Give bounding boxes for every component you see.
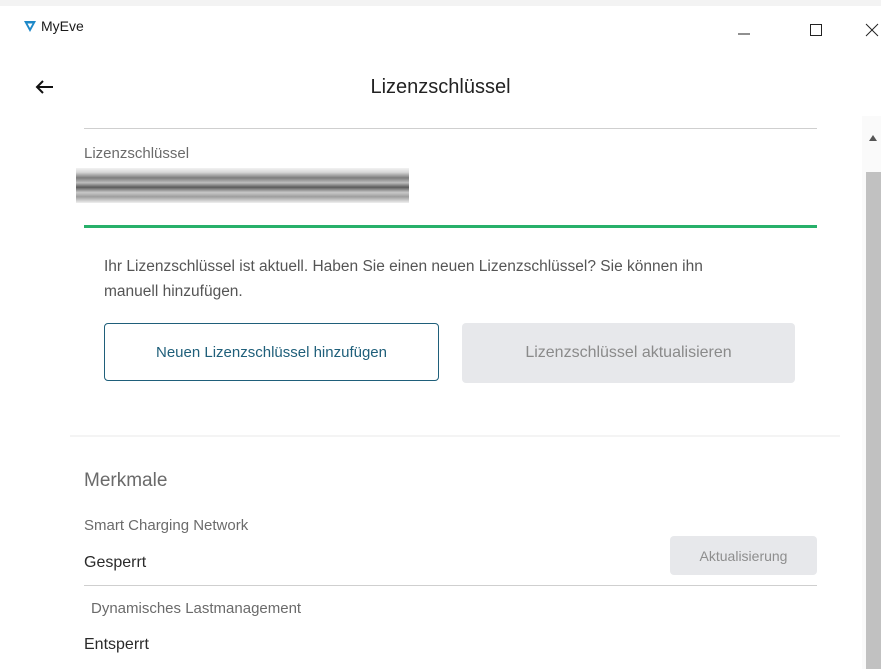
close-button[interactable] (860, 20, 881, 44)
scrollbar-thumb[interactable] (866, 172, 881, 669)
license-key-label: Lizenzschlüssel (84, 145, 190, 162)
license-key-value-redacted (76, 168, 409, 203)
content-area: Lizenzschlüssel Ihr Lizenzschlüssel ist … (0, 116, 862, 669)
scroll-up-button[interactable] (866, 128, 880, 144)
feature-divider (84, 585, 817, 586)
title-bar: MyEve (0, 6, 881, 54)
close-icon (865, 23, 879, 42)
feature-status: Gesperrt (84, 554, 147, 571)
feature-update-button[interactable]: Aktualisierung (670, 536, 817, 575)
top-divider (84, 128, 817, 129)
app-title: MyEve (41, 18, 84, 34)
myeve-logo-icon (23, 19, 37, 33)
minimize-icon (737, 23, 751, 42)
update-license-key-button[interactable]: Lizenzschlüssel aktualisieren (462, 323, 795, 383)
feature-name: Dynamisches Lastmanagement (91, 600, 302, 617)
maximize-button[interactable] (804, 20, 828, 44)
license-status-line (84, 225, 817, 228)
feature-name: Smart Charging Network (84, 517, 249, 534)
minimize-button[interactable] (732, 20, 756, 44)
caret-up-icon (869, 128, 877, 146)
page-title: Lizenzschlüssel (370, 76, 511, 98)
maximize-icon (809, 23, 823, 42)
page-header: Lizenzschlüssel (0, 54, 881, 116)
section-divider (70, 435, 840, 437)
add-license-key-button[interactable]: Neuen Lizenzschlüssel hinzufügen (104, 323, 439, 381)
features-title: Merkmale (84, 470, 168, 491)
license-info-text: Ihr Lizenzschlüssel ist aktuell. Haben S… (104, 258, 703, 300)
feature-status: Entsperrt (84, 636, 149, 653)
